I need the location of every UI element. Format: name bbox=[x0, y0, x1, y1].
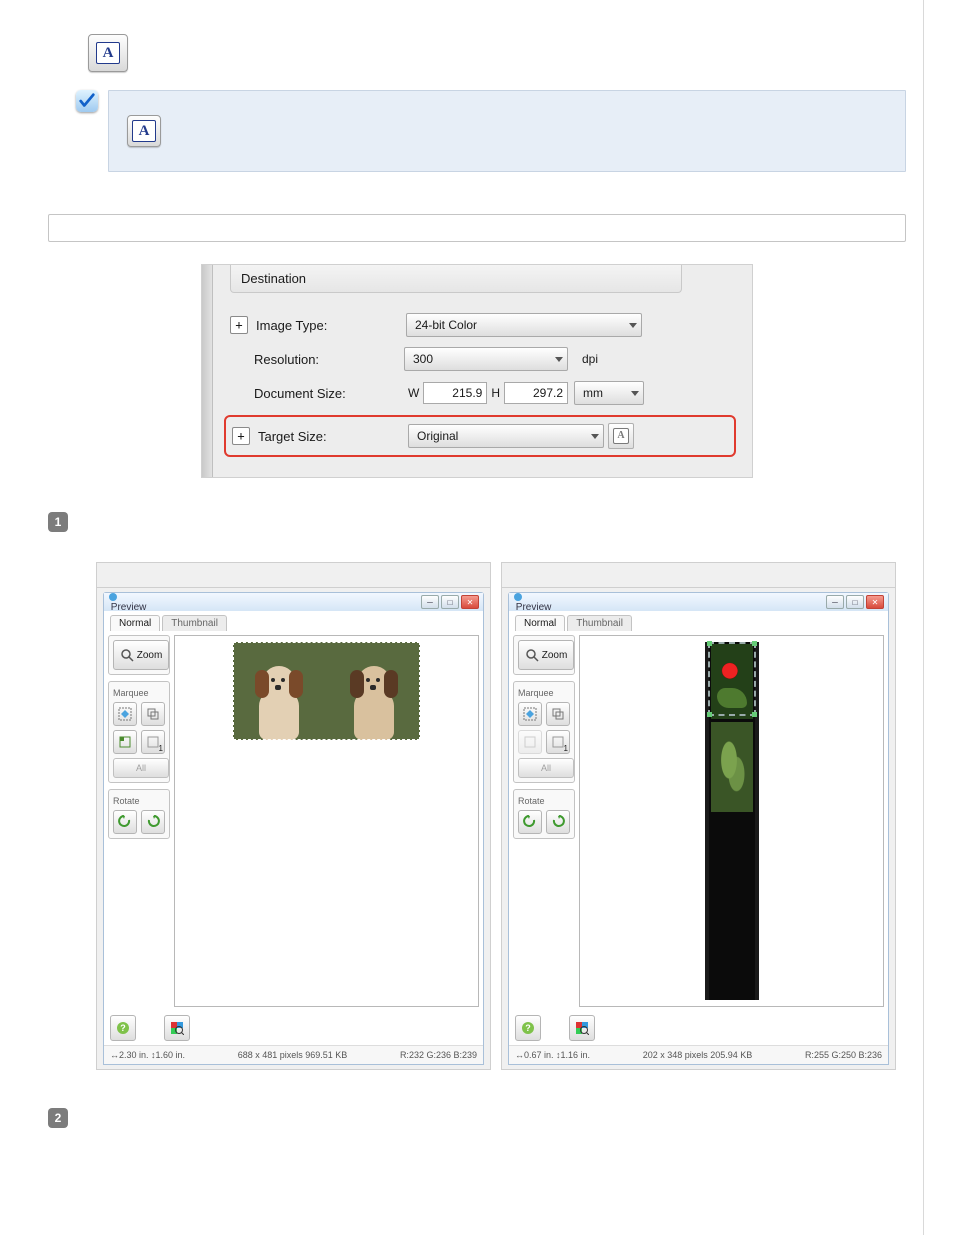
destination-group-title: Destination bbox=[230, 265, 682, 293]
auto-marquee-button[interactable] bbox=[113, 702, 137, 726]
rotate-left-button[interactable] bbox=[518, 810, 542, 834]
document-size-label: Document Size: bbox=[254, 386, 404, 401]
help-button[interactable]: ? bbox=[110, 1015, 136, 1041]
new-marquee-button bbox=[518, 730, 542, 754]
delete-marquee-button[interactable] bbox=[546, 702, 570, 726]
resolution-label: Resolution: bbox=[254, 352, 404, 367]
help-icon: ? bbox=[116, 1021, 130, 1035]
sample-photo bbox=[233, 642, 420, 740]
rotate-right-button[interactable] bbox=[546, 810, 570, 834]
densitometer-icon bbox=[170, 1021, 184, 1035]
copy-marquee-button[interactable]: 1 bbox=[141, 730, 165, 754]
svg-text:?: ? bbox=[525, 1023, 531, 1033]
help-button[interactable]: ? bbox=[515, 1015, 541, 1041]
minimize-button[interactable]: ─ bbox=[421, 595, 439, 609]
chevron-down-icon bbox=[555, 357, 563, 362]
magnifier-icon bbox=[120, 648, 134, 662]
letter-a-icon: A bbox=[96, 42, 120, 64]
rotate-label: Rotate bbox=[113, 796, 165, 806]
densitometer-icon bbox=[575, 1021, 589, 1035]
doc-unit-combo[interactable]: mm bbox=[574, 381, 644, 405]
marquee-label: Marquee bbox=[113, 688, 165, 698]
maximize-button[interactable]: □ bbox=[846, 595, 864, 609]
new-marquee-button[interactable] bbox=[113, 730, 137, 754]
resolution-combo[interactable]: 300 bbox=[404, 347, 568, 371]
rotate-right-button[interactable] bbox=[141, 810, 165, 834]
image-type-combo[interactable]: 24-bit Color bbox=[406, 313, 642, 337]
step-2-badge: 2 bbox=[48, 1108, 68, 1128]
window-titlebar: Preview ─ □ ✕ bbox=[104, 593, 483, 611]
letter-a-icon: A bbox=[613, 428, 629, 444]
target-size-combo[interactable]: Original bbox=[408, 424, 604, 448]
status-bar: ↔2.30 in. ↕1.60 in. 688 x 481 pixels 969… bbox=[104, 1045, 483, 1064]
zoom-button[interactable]: Zoom bbox=[518, 640, 574, 670]
page-edge-guide bbox=[923, 0, 924, 1235]
chevron-down-icon bbox=[591, 434, 599, 439]
svg-text:?: ? bbox=[120, 1023, 126, 1033]
all-button[interactable]: All bbox=[518, 758, 574, 778]
preview-photo-example: Preview ─ □ ✕ Normal Thumbnail bbox=[96, 562, 491, 1070]
tab-normal[interactable]: Normal bbox=[515, 615, 565, 631]
tab-thumbnail[interactable]: Thumbnail bbox=[162, 615, 227, 631]
letter-a-icon: A bbox=[132, 120, 156, 142]
new-marquee-icon bbox=[523, 735, 537, 749]
status-bar: ↔0.67 in. ↕1.16 in. 202 x 348 pixels 205… bbox=[509, 1045, 888, 1064]
marquee-selection[interactable] bbox=[708, 642, 756, 716]
rotate-left-button[interactable] bbox=[113, 810, 137, 834]
rotate-label: Rotate bbox=[518, 796, 570, 806]
delete-marquee-icon bbox=[146, 707, 160, 721]
target-size-label: Target Size: bbox=[258, 429, 408, 444]
marquee-label: Marquee bbox=[518, 688, 570, 698]
preview-film-example: Preview ─ □ ✕ Normal Thumbnail bbox=[501, 562, 896, 1070]
note-check-icon bbox=[76, 90, 98, 112]
note-box: A bbox=[108, 90, 906, 172]
copy-marquee-button[interactable]: 1 bbox=[546, 730, 570, 754]
app-icon bbox=[108, 592, 118, 602]
image-type-label: Image Type: bbox=[256, 318, 406, 333]
help-icon: ? bbox=[521, 1021, 535, 1035]
doc-height-field[interactable]: 297.2 bbox=[504, 382, 568, 404]
orientation-button[interactable]: A bbox=[608, 423, 634, 449]
image-type-row: + Image Type: 24-bit Color bbox=[230, 313, 740, 337]
tab-thumbnail[interactable]: Thumbnail bbox=[567, 615, 632, 631]
maximize-button[interactable]: □ bbox=[441, 595, 459, 609]
resolution-unit: dpi bbox=[582, 352, 598, 366]
expand-icon[interactable]: + bbox=[230, 316, 248, 334]
close-button[interactable]: ✕ bbox=[461, 595, 479, 609]
zoom-button[interactable]: Zoom bbox=[113, 640, 169, 670]
minimize-button[interactable]: ─ bbox=[826, 595, 844, 609]
preview-canvas[interactable] bbox=[579, 635, 884, 1007]
delete-marquee-icon bbox=[551, 707, 565, 721]
doc-width-field[interactable]: 215.9 bbox=[423, 382, 487, 404]
densitometer-button[interactable] bbox=[164, 1015, 190, 1041]
tab-normal[interactable]: Normal bbox=[110, 615, 160, 631]
rotate-left-icon bbox=[117, 814, 133, 830]
rotate-left-icon bbox=[522, 814, 538, 830]
target-size-row-highlighted: + Target Size: Original A bbox=[224, 415, 736, 457]
auto-marquee-icon bbox=[118, 707, 132, 721]
document-size-row: Document Size: W 215.9 H 297.2 mm bbox=[230, 381, 740, 405]
auto-marquee-icon bbox=[523, 707, 537, 721]
chevron-down-icon bbox=[629, 323, 637, 328]
preview-canvas[interactable] bbox=[174, 635, 479, 1007]
destination-panel: Destination + Image Type: 24-bit Color R… bbox=[201, 264, 753, 478]
close-button[interactable]: ✕ bbox=[866, 595, 884, 609]
app-icon bbox=[513, 592, 523, 602]
rotate-right-icon bbox=[550, 814, 566, 830]
auto-marquee-button[interactable] bbox=[518, 702, 542, 726]
magnifier-icon bbox=[525, 648, 539, 662]
densitometer-button[interactable] bbox=[569, 1015, 595, 1041]
step-1-badge: 1 bbox=[48, 512, 68, 532]
window-titlebar: Preview ─ □ ✕ bbox=[509, 593, 888, 611]
expand-icon[interactable]: + bbox=[232, 427, 250, 445]
chevron-down-icon bbox=[631, 391, 639, 396]
delete-marquee-button[interactable] bbox=[141, 702, 165, 726]
rotate-right-icon bbox=[145, 814, 161, 830]
all-button[interactable]: All bbox=[113, 758, 169, 778]
section-heading-placeholder bbox=[48, 214, 906, 242]
resolution-row: Resolution: 300 dpi bbox=[230, 347, 740, 371]
orientation-icon-button[interactable]: A bbox=[88, 34, 128, 72]
new-marquee-icon bbox=[118, 735, 132, 749]
